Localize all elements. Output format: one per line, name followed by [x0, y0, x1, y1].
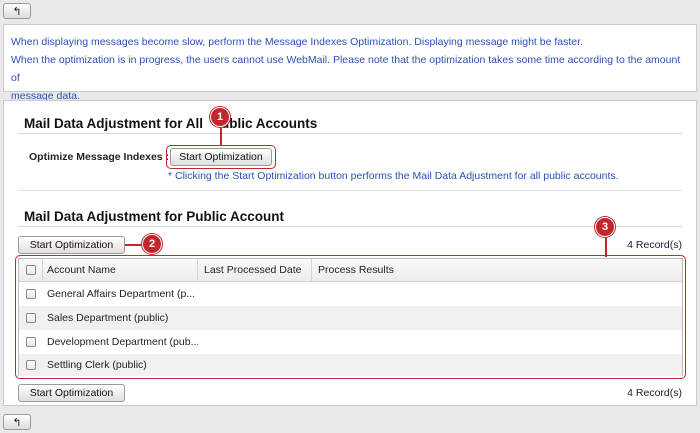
back-button[interactable]: ↰ [3, 3, 31, 19]
row-process-results [312, 354, 682, 376]
back-button-bottom[interactable]: ↰ [3, 414, 31, 430]
section-divider [18, 190, 682, 191]
table-row[interactable]: Development Department (pub... [19, 330, 682, 354]
callout-2-badge: 2 [142, 234, 162, 254]
callout-3-badge: 3 [595, 217, 615, 237]
column-header-results[interactable]: Process Results [312, 259, 682, 281]
column-header-name[interactable]: Account Name [43, 259, 198, 281]
back-arrow-icon: ↰ [12, 416, 22, 429]
row-checkbox[interactable] [26, 313, 36, 323]
all-accounts-note: * Clicking the Start Optimization button… [168, 170, 619, 182]
row-last-processed [198, 282, 312, 306]
accounts-table: Account Name Last Processed Date Process… [18, 258, 683, 376]
record-count-bottom: 4 Record(s) [627, 387, 682, 399]
table-row[interactable]: Settling Clerk (public) [19, 354, 682, 376]
back-arrow-icon: ↰ [12, 5, 22, 18]
info-line-1: When displaying messages become slow, pe… [11, 36, 583, 48]
callout-1-badge: 1 [210, 107, 230, 127]
row-last-processed [198, 330, 312, 354]
row-process-results [312, 306, 682, 330]
all-accounts-title-head: Mail Data Adjustment for All [24, 116, 204, 131]
column-header-date[interactable]: Last Processed Date [198, 259, 312, 281]
row-account-name: General Affairs Department (p... [47, 288, 196, 300]
row-checkbox[interactable] [26, 360, 36, 370]
row-checkbox[interactable] [26, 289, 36, 299]
table-row[interactable]: General Affairs Department (p... [19, 282, 682, 306]
start-optimization-all-button[interactable]: Start Optimization [170, 148, 272, 166]
select-all-checkbox[interactable] [25, 265, 36, 275]
row-last-processed [198, 306, 312, 330]
row-account-name: Settling Clerk (public) [47, 359, 147, 371]
main-panel: Mail Data Adjustment for All ublic Accoun… [3, 100, 697, 406]
row-process-results [312, 282, 682, 306]
select-all-cell [19, 259, 43, 281]
row-checkbox[interactable] [26, 337, 36, 347]
callout-2-line [125, 244, 143, 246]
row-last-processed [198, 354, 312, 376]
info-panel: When displaying messages become slow, pe… [3, 24, 697, 102]
optimize-label: Optimize Message Indexes : [29, 151, 170, 163]
table-header: Account Name Last Processed Date Process… [19, 259, 682, 282]
section-rule-2 [18, 226, 682, 227]
row-process-results [312, 330, 682, 354]
table-row[interactable]: Sales Department (public) [19, 306, 682, 330]
row-checkbox-cell [19, 354, 43, 376]
all-accounts-title-tail: ublic Accounts [221, 116, 318, 131]
all-accounts-title: Mail Data Adjustment for All ublic Accoun… [24, 116, 317, 131]
start-optimization-bottom-button[interactable]: Start Optimization [18, 384, 125, 402]
row-checkbox-cell [19, 282, 43, 306]
info-line-2: When the optimization is in progress, th… [11, 54, 681, 84]
row-checkbox-cell [19, 330, 43, 354]
section-rule [18, 133, 682, 134]
public-account-title: Mail Data Adjustment for Public Account [24, 209, 285, 224]
row-account-name: Sales Department (public) [47, 312, 169, 324]
record-count: 4 Record(s) [627, 239, 682, 251]
row-account-name: Development Department (pub... [47, 336, 198, 348]
start-optimization-button[interactable]: Start Optimization [18, 236, 125, 254]
callout-1-line [220, 127, 222, 145]
row-checkbox-cell [19, 306, 43, 330]
callout-3-line [605, 235, 607, 257]
